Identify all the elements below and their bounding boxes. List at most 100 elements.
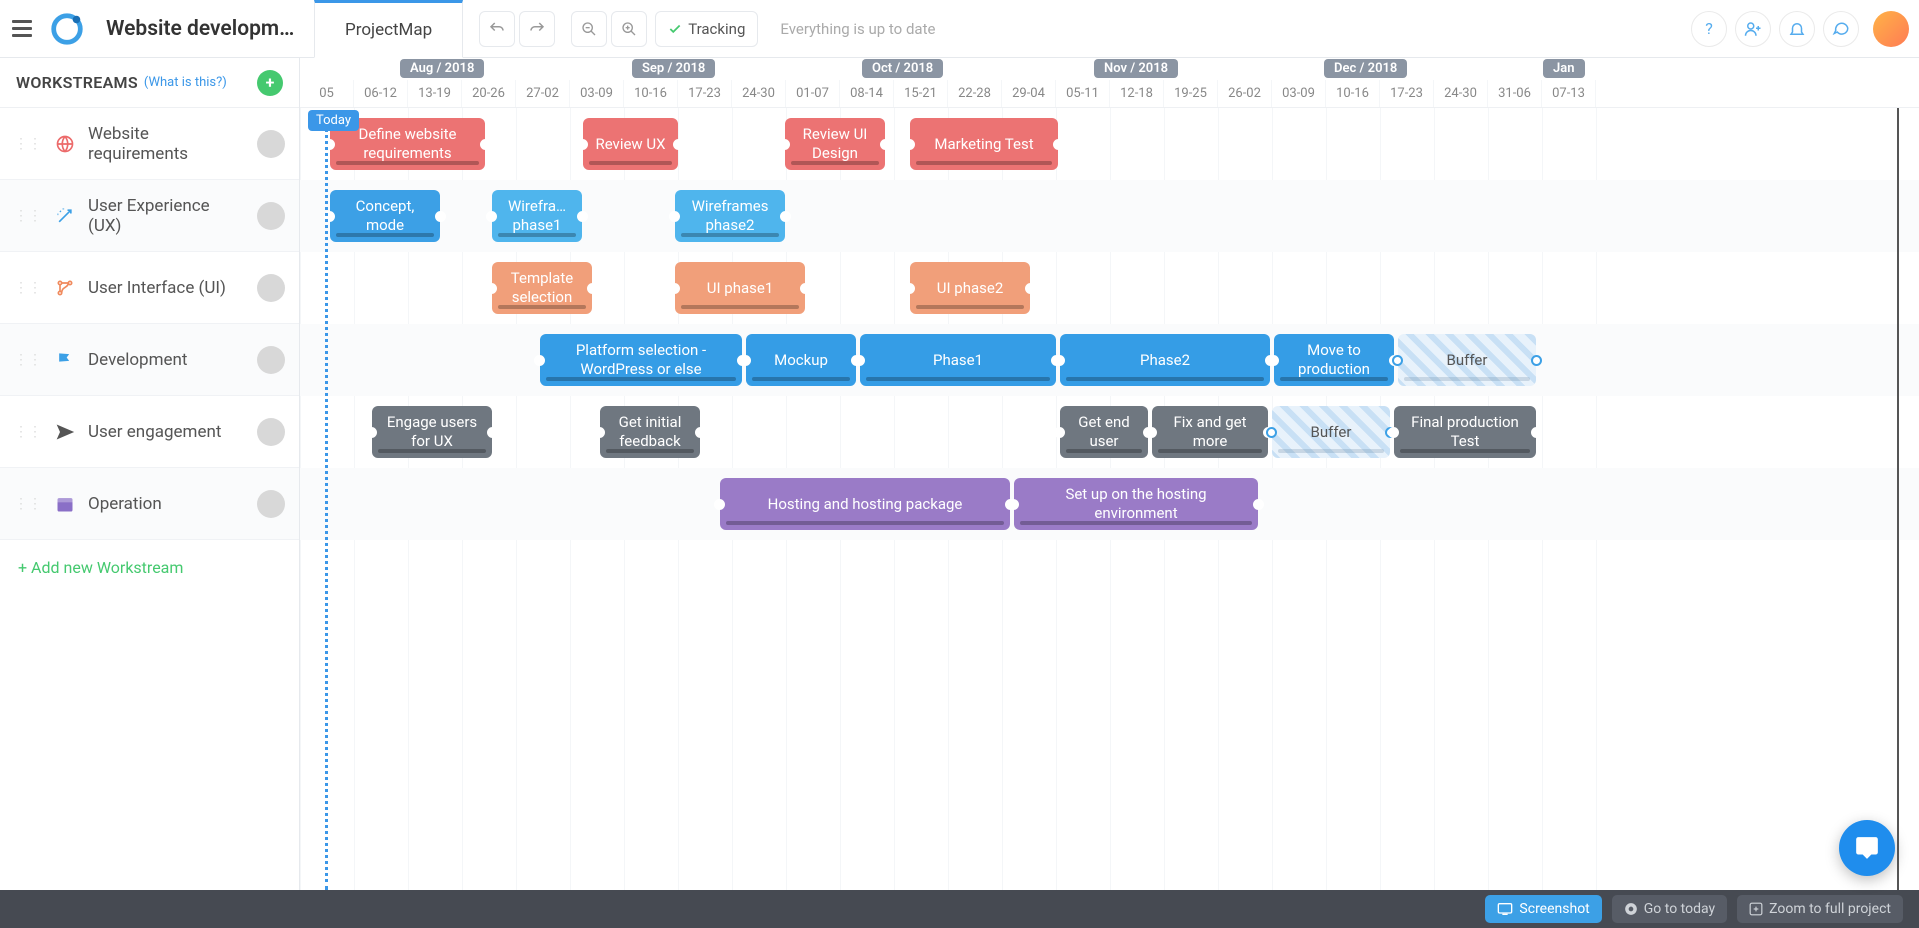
week-label[interactable]: 13-19: [408, 80, 462, 107]
task-connector-icon[interactable]: [695, 427, 706, 438]
zoom-in-button[interactable]: [611, 11, 647, 47]
task-card[interactable]: Concept, mode: [330, 190, 440, 242]
week-label[interactable]: 27-02: [516, 80, 570, 107]
task-connector-icon[interactable]: [1531, 427, 1542, 438]
task-connector-icon[interactable]: [1388, 427, 1399, 438]
task-connector-icon[interactable]: [669, 211, 680, 222]
undo-button[interactable]: [479, 11, 515, 47]
add-workstream-button[interactable]: +: [257, 70, 283, 96]
task-connector-icon[interactable]: [800, 283, 811, 294]
chat-fab[interactable]: [1839, 820, 1895, 876]
task-card[interactable]: Engage users for UX: [372, 406, 492, 458]
week-label[interactable]: 10-16: [624, 80, 678, 107]
timeline-row[interactable]: [300, 108, 1919, 180]
notifications-icon[interactable]: [1779, 11, 1815, 47]
workstreams-hint-link[interactable]: (What is this?): [144, 75, 227, 90]
task-connector-icon[interactable]: [714, 499, 725, 510]
workstream-avatar[interactable]: [257, 130, 285, 158]
task-connector-icon[interactable]: [779, 139, 790, 150]
tracking-toggle[interactable]: Tracking: [655, 11, 758, 47]
menu-icon[interactable]: [10, 17, 34, 41]
task-card[interactable]: Template selection: [492, 262, 592, 314]
workstream-row[interactable]: ⋮⋮ Website requirements: [0, 108, 299, 180]
task-card[interactable]: Mockup: [746, 334, 856, 386]
task-connector-icon[interactable]: [534, 355, 545, 366]
task-card[interactable]: Buffer: [1272, 406, 1390, 458]
task-card[interactable]: Set up on the hosting environment: [1014, 478, 1258, 530]
task-connector-icon[interactable]: [480, 139, 491, 150]
task-connector-icon[interactable]: [1054, 355, 1065, 366]
drag-handle-icon[interactable]: ⋮⋮: [14, 352, 42, 368]
task-card[interactable]: Get initial feedback: [600, 406, 700, 458]
timeline[interactable]: Aug / 2018Sep / 2018Oct / 2018Nov / 2018…: [300, 58, 1919, 890]
week-label[interactable]: 05: [300, 80, 354, 107]
task-connector-icon[interactable]: [1266, 427, 1277, 438]
week-label[interactable]: 10-16: [1326, 80, 1380, 107]
week-label[interactable]: 22-28: [948, 80, 1002, 107]
week-label[interactable]: 31-06: [1488, 80, 1542, 107]
workstream-avatar[interactable]: [257, 418, 285, 446]
task-connector-icon[interactable]: [740, 355, 751, 366]
workstream-row[interactable]: ⋮⋮ User engagement: [0, 396, 299, 468]
task-card[interactable]: Phase1: [860, 334, 1056, 386]
task-card[interactable]: Wirefra… phase1: [492, 190, 582, 242]
messages-icon[interactable]: [1823, 11, 1859, 47]
task-connector-icon[interactable]: [487, 427, 498, 438]
drag-handle-icon[interactable]: ⋮⋮: [14, 496, 42, 512]
task-card[interactable]: Review UI Design: [785, 118, 885, 170]
workstream-row[interactable]: ⋮⋮ Development: [0, 324, 299, 396]
workstream-row[interactable]: ⋮⋮ User Experience (UX): [0, 180, 299, 252]
week-label[interactable]: 26-02: [1218, 80, 1272, 107]
week-label[interactable]: 19-25: [1164, 80, 1218, 107]
invite-user-icon[interactable]: [1735, 11, 1771, 47]
task-connector-icon[interactable]: [1008, 499, 1019, 510]
zoom-full-button[interactable]: Zoom to full project: [1737, 895, 1903, 923]
workstream-avatar[interactable]: [257, 490, 285, 518]
screenshot-button[interactable]: Screenshot: [1485, 895, 1601, 923]
task-connector-icon[interactable]: [577, 211, 588, 222]
task-connector-icon[interactable]: [486, 211, 497, 222]
week-label[interactable]: 17-23: [1380, 80, 1434, 107]
add-new-workstream-link[interactable]: + Add new Workstream: [0, 540, 299, 595]
week-label[interactable]: 05-11: [1056, 80, 1110, 107]
task-connector-icon[interactable]: [1054, 427, 1065, 438]
help-icon[interactable]: ?: [1691, 11, 1727, 47]
task-connector-icon[interactable]: [594, 427, 605, 438]
task-connector-icon[interactable]: [904, 283, 915, 294]
task-card[interactable]: Final production Test: [1394, 406, 1536, 458]
week-label[interactable]: 15-21: [894, 80, 948, 107]
task-connector-icon[interactable]: [366, 427, 377, 438]
workstream-avatar[interactable]: [257, 346, 285, 374]
week-label[interactable]: 17-23: [678, 80, 732, 107]
week-label[interactable]: 03-09: [570, 80, 624, 107]
tab-projectmap[interactable]: ProjectMap: [314, 0, 463, 58]
zoom-out-button[interactable]: [571, 11, 607, 47]
task-connector-icon[interactable]: [577, 139, 588, 150]
week-label[interactable]: 12-18: [1110, 80, 1164, 107]
task-connector-icon[interactable]: [780, 211, 791, 222]
task-card[interactable]: Hosting and hosting package: [720, 478, 1010, 530]
task-connector-icon[interactable]: [1392, 355, 1403, 366]
task-card[interactable]: Wireframes phase2: [675, 190, 785, 242]
task-connector-icon[interactable]: [486, 283, 497, 294]
task-connector-icon[interactable]: [1146, 427, 1157, 438]
task-card[interactable]: Fix and get more: [1152, 406, 1268, 458]
week-label[interactable]: 06-12: [354, 80, 408, 107]
week-label[interactable]: 24-30: [732, 80, 786, 107]
week-label[interactable]: 08-14: [840, 80, 894, 107]
week-label[interactable]: 29-04: [1002, 80, 1056, 107]
drag-handle-icon[interactable]: ⋮⋮: [14, 280, 42, 296]
workstream-row[interactable]: ⋮⋮ Operation: [0, 468, 299, 540]
week-label[interactable]: 20-26: [462, 80, 516, 107]
task-card[interactable]: Marketing Test: [910, 118, 1058, 170]
task-connector-icon[interactable]: [1268, 355, 1279, 366]
task-connector-icon[interactable]: [587, 283, 598, 294]
project-title[interactable]: Website developm…: [106, 17, 306, 41]
workstream-row[interactable]: ⋮⋮ User Interface (UI): [0, 252, 299, 324]
task-card[interactable]: Phase2: [1060, 334, 1270, 386]
task-connector-icon[interactable]: [673, 139, 684, 150]
user-avatar[interactable]: [1873, 11, 1909, 47]
week-label[interactable]: 07-13: [1542, 80, 1596, 107]
task-connector-icon[interactable]: [1531, 355, 1542, 366]
task-card[interactable]: Review UX: [583, 118, 678, 170]
